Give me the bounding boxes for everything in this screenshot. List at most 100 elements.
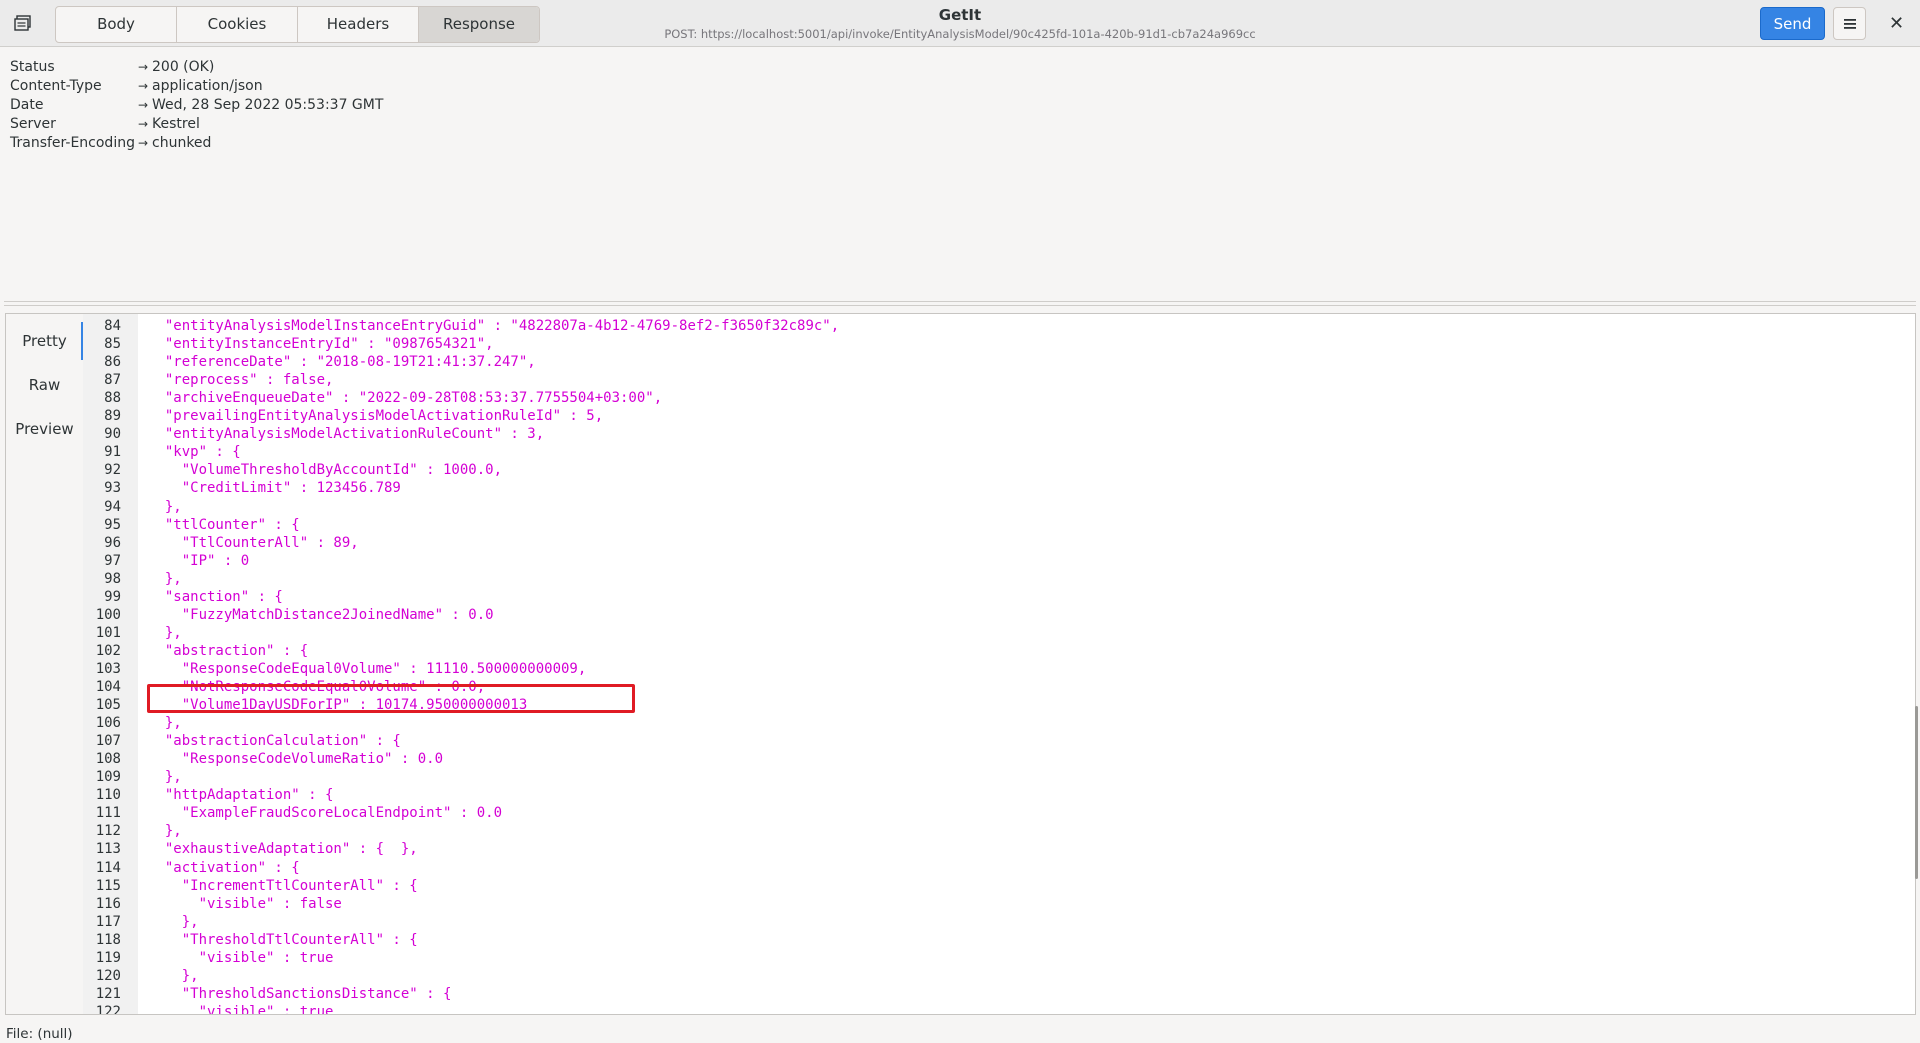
code-text: }, [148,624,182,641]
code-text: "TtlCounterAll" : 89, [148,534,359,551]
code-text: "abstractionCalculation" : { [148,733,401,750]
line-number: 89 [104,408,121,425]
response-header-row: Content-Type → application/json [10,77,383,96]
code-text: "ResponseCodeVolumeRatio" : 0.0 [148,751,444,768]
code-text: "httpAdaptation" : { [148,787,334,804]
request-url: POST: https://localhost:5001/api/invoke/… [664,27,1256,41]
code-text: "referenceDate" : "2018-08-19T21:41:37.2… [148,354,536,371]
code-text: "sanction" : { [148,588,283,605]
tab-headers[interactable]: Headers [298,7,419,42]
line-number: 87 [104,372,121,389]
header-key: Server [10,116,56,132]
line-number: 108 [95,751,121,768]
window-title: GetIt [938,6,982,24]
view-mode-sidebar: Pretty Raw Preview [6,314,84,1014]
code-text: "visible" : true [148,949,334,966]
close-icon[interactable]: ✕ [1880,7,1913,40]
line-number: 119 [95,949,121,966]
arrow-icon: → [138,79,149,93]
response-header-row: Server → Kestrel [10,115,383,134]
hamburger-menu-icon[interactable] [1833,7,1866,40]
tab-cookies[interactable]: Cookies [177,7,298,42]
line-number: 95 [104,516,121,533]
line-number: 110 [95,787,121,804]
code-text: "archiveEnqueueDate" : "2022-09-28T08:53… [148,390,663,407]
line-number: 114 [95,859,121,876]
header-key: Date [10,97,44,113]
code-text: }, [148,498,182,515]
code-text: "VolumeThresholdByAccountId" : 1000.0, [148,462,503,479]
line-number: 93 [104,480,121,497]
line-number: 117 [95,913,121,930]
tab-response[interactable]: Response [419,7,539,42]
code-text: "reprocess" : false, [148,372,334,389]
line-number: 104 [95,679,121,695]
line-number: 112 [95,823,121,840]
header-key: Content-Type [10,78,102,94]
code-text: "FuzzyMatchDistance2JoinedName" : 0.0 [148,606,494,623]
line-number: 91 [104,444,121,461]
line-number: 120 [95,967,121,984]
line-number: 99 [104,588,121,605]
code-text: "visible" : true [148,1003,334,1014]
line-number: 90 [104,426,121,443]
header-value: Kestrel [152,116,200,132]
line-number: 105 [95,697,121,714]
code-text: "CreditLimit" : 123456.789 [148,480,401,497]
code-text: }, [148,769,182,786]
code-text: "ThresholdSanctionsDistance" : { [148,985,452,1002]
response-body-view: Pretty Raw Preview 84 "entityAnalysisMod… [5,313,1918,1015]
app-menu-icon[interactable] [14,14,34,32]
header-value: application/json [152,78,263,94]
header-key: Status [10,59,55,75]
json-code-view[interactable]: 84 "entityAnalysisModelInstanceEntryGuid… [83,314,1913,1014]
code-text: }, [148,715,182,732]
line-number: 122 [95,1003,121,1014]
line-number: 113 [95,841,121,858]
line-number: 121 [95,985,121,1002]
header-bar: Body Cookies Headers Response GetIt POST… [0,0,1920,47]
mode-preview[interactable]: Preview [6,420,83,438]
header-value: chunked [152,135,212,151]
highlight-annotation-box [147,684,635,713]
line-number: 102 [95,642,121,659]
line-number: 103 [95,660,121,677]
code-text: "ttlCounter" : { [148,516,300,533]
send-button[interactable]: Send [1760,7,1825,40]
mode-pretty[interactable]: Pretty [6,322,84,360]
vertical-scrollbar[interactable] [1915,706,1918,879]
arrow-icon: → [138,60,149,74]
response-headers-list: Status → 200 (OK) Content-Type → applica… [10,58,383,153]
header-value: 200 (OK) [152,59,215,75]
line-number: 106 [95,715,121,732]
line-number: 94 [104,498,121,515]
code-text: "abstraction" : { [148,642,309,659]
tab-body[interactable]: Body [56,7,177,42]
window-title-area: GetIt POST: https://localhost:5001/api/i… [560,6,1360,42]
code-text: "entityInstanceEntryId" : "0987654321", [148,336,494,353]
line-number: 86 [104,354,121,371]
code-text: "ExampleFraudScoreLocalEndpoint" : 0.0 [148,805,503,822]
code-text: }, [148,570,182,587]
code-text: "kvp" : { [148,444,241,461]
line-number: 98 [104,570,121,587]
line-number: 101 [95,624,121,641]
mode-raw[interactable]: Raw [6,376,83,394]
arrow-icon: → [138,136,149,150]
code-text: "ThresholdTtlCounterAll" : { [148,931,418,948]
line-number: 88 [104,390,121,407]
status-bar: File: (null) [6,1026,73,1042]
code-text: }, [148,823,182,840]
code-text: "prevailingEntityAnalysisModelActivation… [148,408,604,425]
response-header-row: Status → 200 (OK) [10,58,383,77]
line-number: 84 [104,318,121,334]
line-number: 116 [95,895,121,912]
line-number: 100 [95,606,121,623]
code-text: "activation" : { [148,859,300,876]
code-text: "IncrementTtlCounterAll" : { [148,877,418,894]
code-text: }, [148,967,199,984]
line-number: 115 [95,877,121,894]
pane-separator-handle[interactable] [4,301,1916,306]
code-text: "entityAnalysisModelInstanceEntryGuid" :… [148,318,840,334]
line-number: 96 [104,534,121,551]
